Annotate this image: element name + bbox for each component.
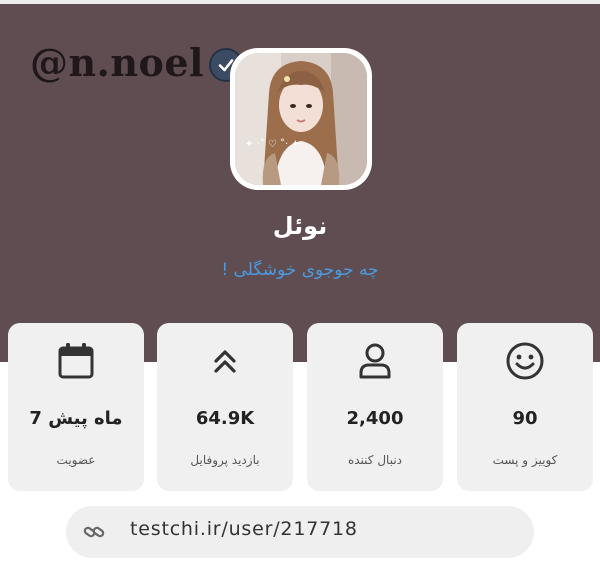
link-icon[interactable] xyxy=(82,520,106,544)
svg-text:✦ ·˚ ♡ ˚· ✦: ✦ ·˚ ♡ ˚· ✦ xyxy=(245,138,300,150)
stat-value: 64.9K xyxy=(195,408,255,429)
stat-card-followers[interactable]: 2,400 دنبال کننده xyxy=(307,323,443,491)
stat-label: دنبال کننده xyxy=(347,453,403,467)
calendar-icon xyxy=(54,339,98,383)
stat-value: 7 ماه پیش xyxy=(29,408,123,429)
smiley-icon xyxy=(503,339,547,383)
stat-value: 90 xyxy=(512,408,538,429)
stat-label: کوییز و پست xyxy=(492,453,558,467)
stat-card-joined[interactable]: 7 ماه پیش عضویت xyxy=(8,323,144,491)
profile-bio: چه جوجوی خوشگلی ! xyxy=(221,260,379,280)
person-icon xyxy=(353,339,397,383)
profile-name: نوئل xyxy=(272,212,328,240)
stat-label: بازدید پروفایل xyxy=(190,453,260,467)
avatar[interactable]: ✦ ·˚ ♡ ˚· ✦ xyxy=(230,48,372,190)
stat-label: عضویت xyxy=(56,453,96,467)
double-chevron-up-icon xyxy=(203,339,247,383)
banner-handle-text: @n.noel xyxy=(30,40,204,85)
stat-card-profile-views[interactable]: 64.9K بازدید پروفایل xyxy=(157,323,293,491)
stat-value: 2,400 xyxy=(346,408,404,429)
profile-link-bar[interactable]: testchi.ir/user/217718 xyxy=(66,506,534,558)
stat-card-quizzes-posts[interactable]: 90 کوییز و پست xyxy=(457,323,593,491)
avatar-photo: ✦ ·˚ ♡ ˚· ✦ xyxy=(235,53,367,185)
profile-link-url[interactable]: testchi.ir/user/217718 xyxy=(130,518,358,540)
